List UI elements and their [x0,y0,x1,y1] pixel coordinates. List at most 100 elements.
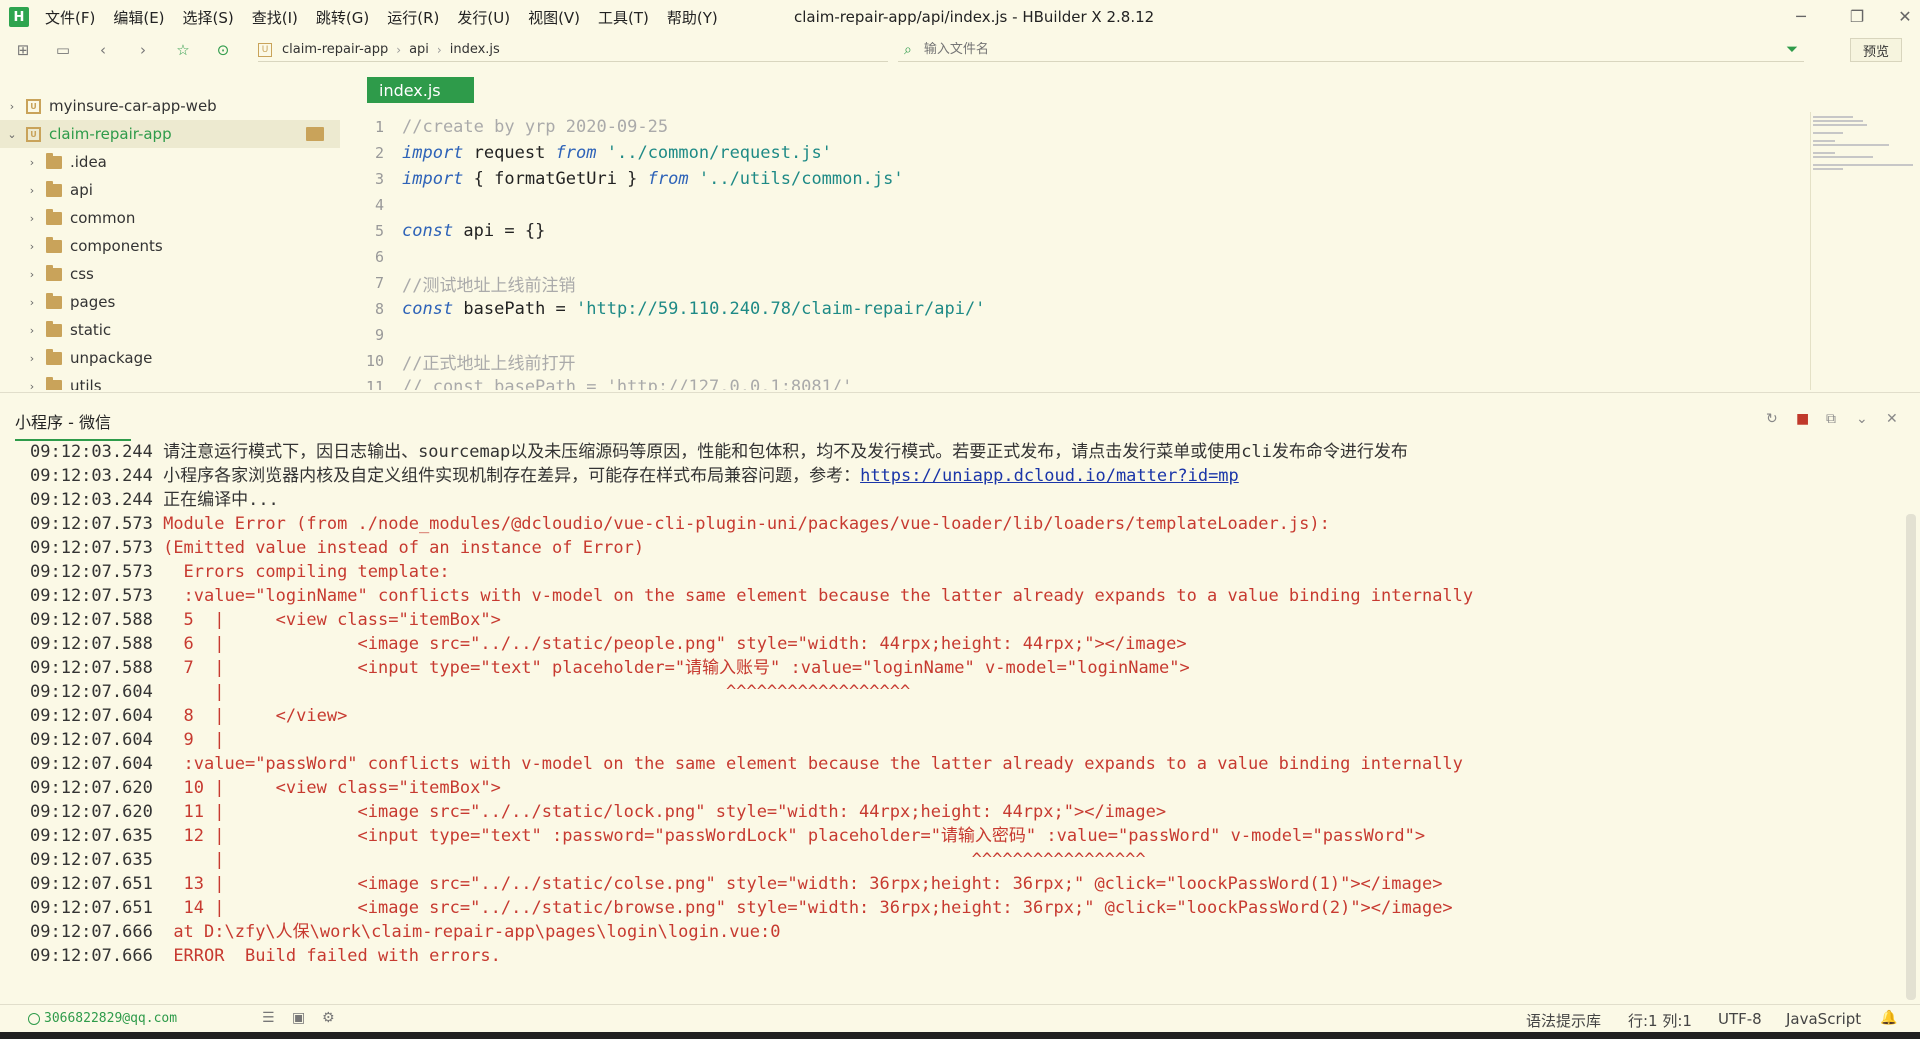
log-link[interactable]: https://uniapp.dcloud.io/matter?id=mp [860,466,1239,486]
chevron-right-icon[interactable]: › [26,380,38,391]
save-icon[interactable]: ▭ [52,39,74,61]
tab-console[interactable]: 小程序 - 微信 [15,409,131,441]
folder-icon [46,236,62,253]
tree-folder-item[interactable]: › pages [26,288,115,316]
breadcrumb: U claim-repair-app › api › index.js [258,38,888,62]
log-line: 09:12:07.604 8 | </view> [30,704,347,728]
close-icon[interactable]: ✕ [1890,5,1920,29]
log-message: 7 | <input type="text" placeholder="请输入账… [163,658,1190,678]
list-icon[interactable]: ☰ [262,1010,275,1026]
terminal-icon[interactable]: ▣ [292,1010,305,1026]
folder-icon [46,264,62,281]
clear-console-icon[interactable]: ✕ [1886,411,1898,427]
code-token: '../utils/common.js' [698,169,904,189]
tree-folder-item[interactable]: › unpackage [26,344,152,372]
log-timestamp: 09:12:03.244 [30,442,153,462]
tree-folder-item[interactable]: › .idea [26,148,107,176]
tab-index-js[interactable]: index.js [367,77,474,103]
minimap[interactable] [1810,112,1916,390]
chevron-right-icon[interactable]: › [26,296,38,309]
code-line: 4 [350,192,402,218]
file-search-bar: ⌕ ⏷ [898,38,1804,62]
tree-project-item[interactable]: ⌄ Uclaim-repair-app [0,120,340,148]
line-number: 5 [374,222,384,240]
chevron-right-icon[interactable]: › [26,324,38,337]
tree-project-item[interactable]: › Umyinsure-car-app-web [0,92,340,120]
console-output[interactable]: 09:12:03.244 请注意运行模式下，因日志输出、sourcemap以及未… [0,440,1890,1000]
menu-item[interactable]: 查找(I) [252,7,298,28]
tree-folder-item[interactable]: › utils [26,372,102,390]
console-scrollbar[interactable] [1906,514,1916,1000]
menu-item[interactable]: 文件(F) [45,7,95,28]
breadcrumb-item-file[interactable]: index.js [450,42,500,57]
chevron-right-icon[interactable]: › [26,352,38,365]
breadcrumb-item-folder[interactable]: api [409,42,429,57]
maximize-panel-icon[interactable]: ⧉ [1826,411,1836,427]
log-timestamp: 09:12:07.573 [30,586,153,606]
tree-folder-item[interactable]: › static [26,316,111,344]
project-icon: U [26,126,41,142]
language-mode[interactable]: JavaScript [1786,1010,1861,1028]
line-number: 8 [374,300,384,318]
code-token: const [402,221,454,241]
chevron-right-icon[interactable]: › [26,212,38,225]
chevron-right-icon: › [396,42,402,57]
code-editor[interactable]: 1 //create by yrp 2020-09-25 2 import reque… [350,114,1810,390]
stop-icon[interactable]: ■ [1796,411,1809,427]
menu-item[interactable]: 帮助(Y) [667,7,718,28]
forward-icon[interactable]: › [132,39,154,61]
menu-item[interactable]: 跳转(G) [316,7,369,28]
plugin-icon[interactable]: ⚙ [322,1010,335,1026]
breadcrumb-item-project[interactable]: claim-repair-app [282,42,388,57]
line-number: 11 [365,378,384,390]
preview-button[interactable]: 预览 [1850,38,1902,62]
folder-icon [46,208,62,225]
tree-folder-item[interactable]: › css [26,260,94,288]
menu-item[interactable]: 发行(U) [457,7,510,28]
code-token: basePath = [453,299,577,319]
log-timestamp: 09:12:07.666 [30,946,153,966]
filter-icon[interactable]: ⏷ [1786,40,1798,58]
menu-item[interactable]: 选择(S) [183,7,234,28]
console-header: 小程序 - 微信 ↻ ■ ⧉ ⌄ ✕ [0,392,1920,441]
code-line: 7 //测试地址上线前注销 [350,270,576,296]
log-line: 09:12:07.620 11 | <image src="../../stat… [30,800,1166,824]
menu-item[interactable]: 工具(T) [598,7,649,28]
log-line: 09:12:07.573 :value="loginName" conflict… [30,584,1473,608]
new-file-icon[interactable]: ⊞ [12,39,34,61]
log-line: 09:12:07.588 7 | <input type="text" plac… [30,656,1190,680]
tree-folder-item[interactable]: › api [26,176,93,204]
menu-item[interactable]: 运行(R) [387,7,439,28]
tree-item-label: .idea [70,153,107,171]
maximize-icon[interactable]: ❐ [1842,5,1872,29]
chevron-down-icon[interactable]: ⌄ [6,128,18,141]
minimize-icon[interactable]: ─ [1786,5,1816,29]
code-token: //create by yrp 2020-09-25 [402,117,669,137]
log-line: 09:12:07.635 | ^^^^^^^^^^^^^^^^^ [30,848,1146,872]
code-token: { formatGetUri } [463,169,648,189]
tree-folder-item[interactable]: › common [26,204,135,232]
run-icon[interactable]: ⊙ [212,39,234,61]
bell-icon[interactable]: 🔔 [1880,1010,1897,1026]
title-bar: H 文件(F) 编辑(E) 选择(S) 查找(I) 跳转(G) 运行(R) 发行(U) 视图(… [0,0,1920,34]
menu-item[interactable]: 视图(V) [528,7,580,28]
cursor-position[interactable]: 行:1 列:1 [1628,1010,1692,1031]
chevron-right-icon[interactable]: › [26,156,38,169]
menu-item[interactable]: 编辑(E) [113,7,164,28]
restart-icon[interactable]: ↻ [1766,411,1778,427]
status-user[interactable]: 3066822829@qq.com [28,1011,177,1026]
favorite-star-icon[interactable]: ☆ [172,39,194,61]
file-search-input[interactable] [923,42,1524,57]
chevron-right-icon[interactable]: › [6,100,18,113]
encoding[interactable]: UTF-8 [1718,1010,1762,1028]
chevron-right-icon[interactable]: › [26,268,38,281]
log-message: Errors compiling template: [163,562,450,582]
tree-folder-item[interactable]: › components [26,232,163,260]
log-line: 09:12:03.244 小程序各家浏览器内核及自定义组件实现机制存在差异，可能… [30,464,1239,488]
chevron-down-icon[interactable]: ⌄ [1856,411,1868,427]
log-message: 14 | <image src="../../static/browse.png… [163,898,1453,918]
chevron-right-icon[interactable]: › [26,184,38,197]
back-icon[interactable]: ‹ [92,39,114,61]
syntax-hint[interactable]: 语法提示库 [1526,1010,1601,1031]
chevron-right-icon[interactable]: › [26,240,38,253]
